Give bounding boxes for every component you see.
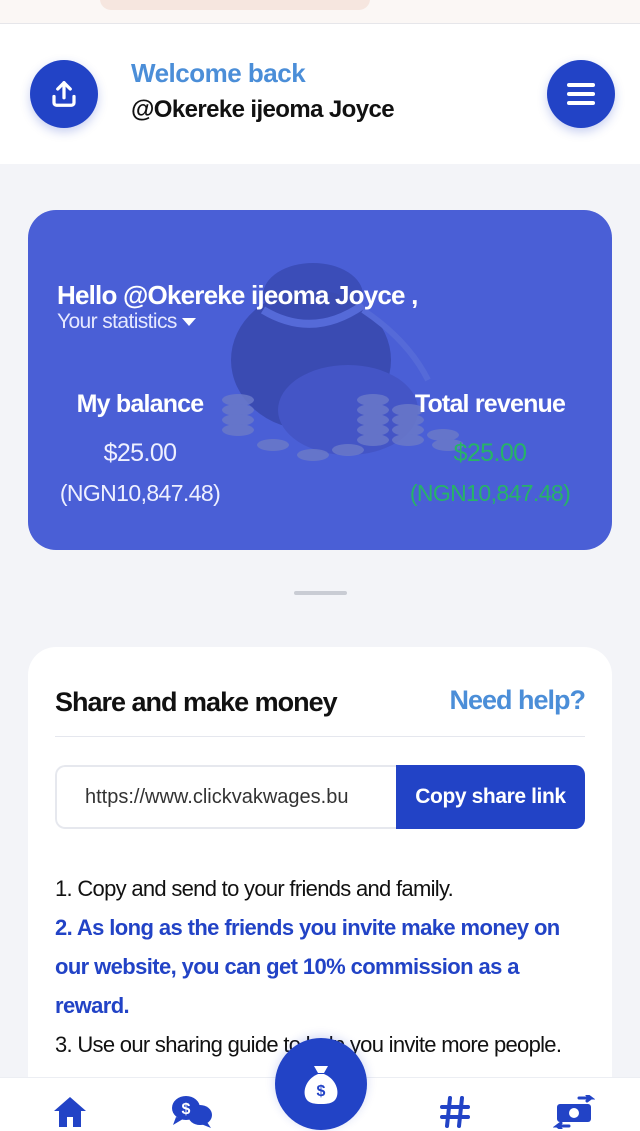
menu-button[interactable] xyxy=(547,60,615,128)
hash-icon xyxy=(440,1096,470,1128)
money-bag-icon: $ xyxy=(304,1066,338,1104)
instruction-step: 2. As long as the friends you invite mak… xyxy=(55,915,560,1018)
nav-home[interactable] xyxy=(48,1092,92,1131)
hamburger-icon xyxy=(567,83,595,105)
header-username: @Okereke ijeoma Joyce xyxy=(131,96,395,123)
need-help-link[interactable]: Need help? xyxy=(449,685,586,716)
revenue-label: Total revenue xyxy=(414,390,566,418)
welcome-text: Welcome back xyxy=(131,58,306,88)
home-icon xyxy=(54,1097,86,1127)
svg-text:$: $ xyxy=(182,1101,191,1118)
upload-button[interactable] xyxy=(30,60,98,128)
share-title: Share and make money xyxy=(55,687,338,717)
caret-down-icon xyxy=(181,318,196,326)
statistics-label: Your statistics xyxy=(57,310,177,333)
nav-exchange[interactable] xyxy=(552,1092,596,1131)
drag-handle[interactable] xyxy=(294,591,347,595)
top-pill xyxy=(100,0,370,10)
revenue-ngn: (NGN10,847.48) xyxy=(409,480,571,506)
statistics-card: Hello @Okereke ijeoma Joyce , Your stati… xyxy=(28,210,612,550)
share-link-input[interactable] xyxy=(55,765,396,829)
copy-share-link-button[interactable]: Copy share link xyxy=(396,765,585,829)
share-link-box: Copy share link xyxy=(55,765,585,829)
svg-text:$: $ xyxy=(317,1083,326,1100)
exchange-icon xyxy=(553,1095,595,1129)
chat-dollar-icon: $ xyxy=(172,1096,212,1128)
balance-usd: $25.00 xyxy=(103,439,177,467)
nav-hash[interactable] xyxy=(433,1092,477,1131)
nav-chat[interactable]: $ xyxy=(170,1092,214,1131)
balance-label: My balance xyxy=(76,390,205,418)
upload-icon xyxy=(52,81,76,107)
revenue-usd: $25.00 xyxy=(453,439,527,467)
top-strip xyxy=(0,0,640,24)
greeting-text: Hello @Okereke ijeoma Joyce , xyxy=(57,280,418,310)
header: Welcome back @Okereke ijeoma Joyce xyxy=(0,24,640,164)
instruction-step: 1. Copy and send to your friends and fam… xyxy=(55,876,454,901)
share-divider xyxy=(55,736,585,737)
center-money-button[interactable]: $ xyxy=(275,1038,367,1130)
statistics-dropdown[interactable]: Your statistics xyxy=(57,310,196,334)
share-instructions: 1. Copy and send to your friends and fam… xyxy=(55,869,585,1064)
balance-ngn: (NGN10,847.48) xyxy=(59,480,221,506)
